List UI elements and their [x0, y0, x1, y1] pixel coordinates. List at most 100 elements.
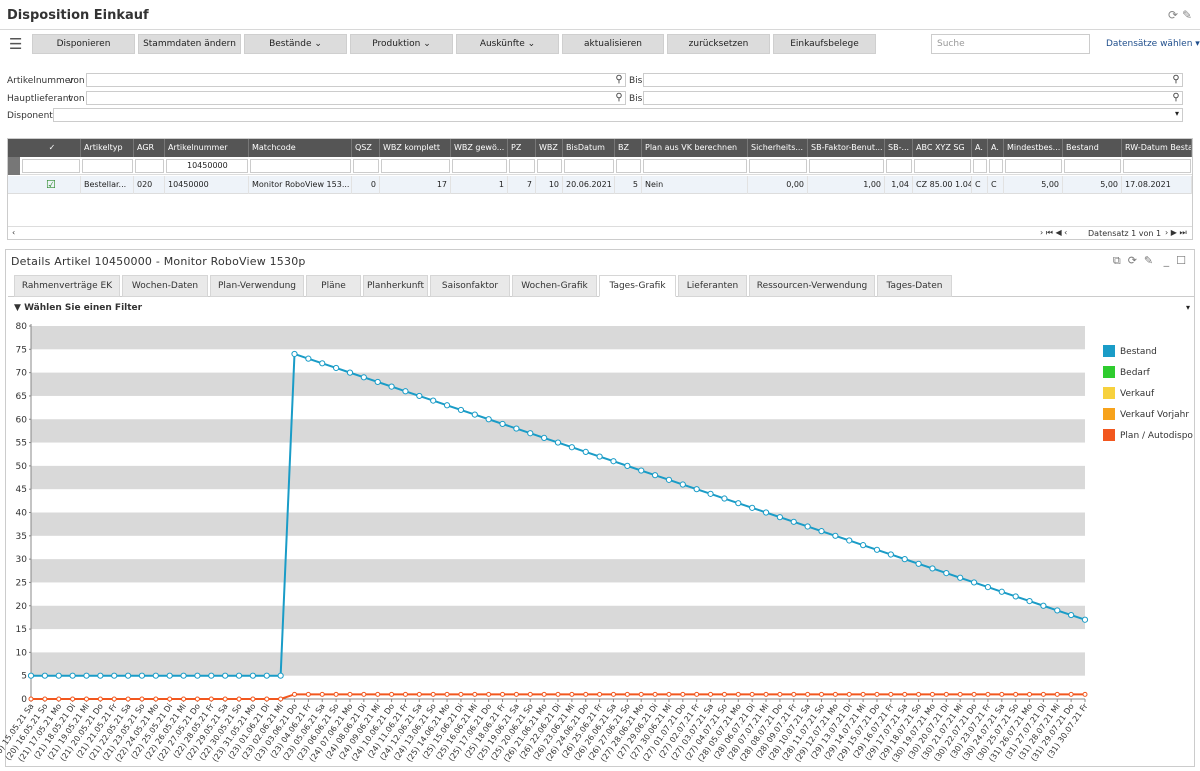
caret-down-icon: ▾ — [1195, 39, 1200, 49]
column-filter-3[interactable]: 10450000 — [166, 159, 248, 173]
toolbar-button-6[interactable]: zurücksetzen — [667, 34, 770, 54]
toolbar-button-5[interactable]: aktualisieren — [562, 34, 664, 54]
caret-down-icon: ▾ — [1174, 109, 1179, 118]
column-filter-5[interactable] — [353, 159, 379, 173]
artikelnummer-von-input[interactable] — [86, 73, 626, 87]
column-filter-1[interactable] — [82, 159, 133, 173]
records-select-link[interactable]: Datensätze wählen ▾ — [1106, 39, 1200, 49]
column-filter-9[interactable] — [537, 159, 562, 173]
table-cell: CZ 85.00 1.04 — [913, 176, 972, 194]
column-filter-19[interactable] — [1005, 159, 1062, 173]
search-icon[interactable]: ⚲ — [1170, 92, 1182, 104]
toolbar-button-1[interactable]: Stammdaten ändern — [138, 34, 241, 54]
column-filter-13[interactable] — [749, 159, 807, 173]
caret-down-icon[interactable]: ▾ — [1186, 303, 1190, 312]
search-icon[interactable]: ⚲ — [613, 92, 625, 104]
hauptlieferant-bis-input[interactable] — [643, 91, 1183, 105]
table-cell: 10450000 — [165, 176, 249, 194]
column-header-18[interactable]: A. — [988, 139, 1004, 157]
tab-8[interactable]: Lieferanten — [678, 275, 747, 297]
column-header-12[interactable]: Plan aus VK berechnen — [642, 139, 748, 157]
column-header-16[interactable]: ABC XYZ SG — [913, 139, 972, 157]
wrench-icon[interactable]: ✎ — [1144, 254, 1153, 267]
menu-icon[interactable]: ☰ — [9, 35, 22, 53]
column-header-19[interactable]: Mindestbes... — [1004, 139, 1063, 157]
table-cell: 1 — [451, 176, 508, 194]
chart-filter[interactable]: ▼ Wählen Sie einen Filter — [14, 303, 142, 313]
pager-first-icon[interactable]: › ⏮ ◀ ‹ — [1040, 228, 1067, 238]
column-header-10[interactable]: BisDatum — [563, 139, 615, 157]
column-filter-20[interactable] — [1064, 159, 1121, 173]
column-filter-10[interactable] — [564, 159, 614, 173]
maximize-icon[interactable]: ☐ — [1176, 254, 1186, 267]
column-filter-15[interactable] — [886, 159, 912, 173]
copy-icon[interactable]: ⧉ — [1113, 254, 1121, 267]
column-filter-0[interactable] — [22, 159, 80, 173]
column-filter-7[interactable] — [452, 159, 507, 173]
column-filter-11[interactable] — [616, 159, 641, 173]
column-header-8[interactable]: PZ — [508, 139, 536, 157]
column-header-15[interactable]: SB-... — [885, 139, 913, 157]
wrench-icon[interactable]: ✎ — [1182, 8, 1192, 22]
toolbar-button-4[interactable]: Auskünfte ⌄ — [456, 34, 559, 54]
table-row[interactable]: ☑ Bestellar... 020 10450000 Monitor RoboView… — [8, 176, 1192, 194]
column-header-7[interactable]: WBZ gewö... — [451, 139, 508, 157]
column-filter-8[interactable] — [509, 159, 535, 173]
tab-5[interactable]: Saisonfaktor — [430, 275, 510, 297]
column-header-0[interactable]: ✓ — [21, 139, 81, 157]
pager-last-icon[interactable]: › ▶ ⏭ — [1165, 228, 1187, 238]
column-header-20[interactable]: Bestand — [1063, 139, 1122, 157]
minimize-icon[interactable]: _ — [1164, 254, 1170, 267]
toolbar-button-7[interactable]: Einkaufsbelege — [773, 34, 876, 54]
column-header-2[interactable]: AGR — [134, 139, 165, 157]
column-header-4[interactable]: Matchcode — [249, 139, 352, 157]
tab-4[interactable]: Planherkunft — [363, 275, 428, 297]
column-header-5[interactable]: QSZ — [352, 139, 380, 157]
scroll-left-icon[interactable]: ‹ — [12, 228, 15, 237]
checkbox-checked-icon[interactable]: ☑ — [24, 178, 56, 191]
column-filter-17[interactable] — [973, 159, 987, 173]
column-filter-21[interactable] — [1123, 159, 1191, 173]
column-filter-16[interactable] — [914, 159, 971, 173]
toolbar-button-0[interactable]: Disponieren — [32, 34, 135, 54]
tab-1[interactable]: Wochen-Daten — [122, 275, 208, 297]
column-header-1[interactable]: Artikeltyp — [81, 139, 134, 157]
refresh-icon[interactable]: ⟳ — [1168, 8, 1178, 22]
column-header-3[interactable]: Artikelnummer — [165, 139, 249, 157]
toolbar: ☰ Disponieren Stammdaten ändern Bestände ⌄… — [0, 33, 1200, 55]
tab-3[interactable]: Pläne — [306, 275, 361, 297]
hauptlieferant-label: Hauptlieferant — [7, 94, 72, 104]
toolbar-button-2[interactable]: Bestände ⌄ — [244, 34, 347, 54]
column-filter-18[interactable] — [989, 159, 1003, 173]
column-filter-6[interactable] — [381, 159, 450, 173]
search-input[interactable]: Suche — [931, 34, 1090, 54]
column-filter-4[interactable] — [250, 159, 351, 173]
search-icon[interactable]: ⚲ — [1170, 74, 1182, 86]
details-title: Details Artikel 10450000 - Monitor RoboV… — [11, 255, 306, 268]
disponent-select[interactable]: ▾ — [53, 108, 1183, 122]
tab-7[interactable]: Tages-Grafik — [599, 275, 676, 297]
column-header-9[interactable]: WBZ — [536, 139, 563, 157]
tab-9[interactable]: Ressourcen-Verwendung — [749, 275, 875, 297]
hauptlieferant-von-input[interactable] — [86, 91, 626, 105]
column-filter-2[interactable] — [135, 159, 164, 173]
tab-2[interactable]: Plan-Verwendung — [210, 275, 304, 297]
column-header-11[interactable]: BZ — [615, 139, 642, 157]
refresh-icon[interactable]: ⟳ — [1128, 254, 1137, 267]
column-header-6[interactable]: WBZ komplett — [380, 139, 451, 157]
artikelnummer-bis-input[interactable] — [643, 73, 1183, 87]
column-header-13[interactable]: Sicherheits... — [748, 139, 808, 157]
filter-icon[interactable] — [8, 157, 20, 175]
toolbar-button-3[interactable]: Produktion ⌄ — [350, 34, 453, 54]
column-filter-12[interactable] — [643, 159, 747, 173]
column-header-21[interactable]: RW-Datum Besta — [1122, 139, 1192, 157]
details-icons: ⧉ ⟳ ✎ _ ☐ — [1113, 254, 1186, 268]
details-panel: Details Artikel 10450000 - Monitor RoboV… — [5, 249, 1195, 767]
column-header-14[interactable]: SB-Faktor-Benut... — [808, 139, 885, 157]
tab-0[interactable]: Rahmenverträge EK — [14, 275, 120, 297]
column-header-17[interactable]: A. — [972, 139, 988, 157]
column-filter-14[interactable] — [809, 159, 884, 173]
tab-10[interactable]: Tages-Daten — [877, 275, 952, 297]
tab-6[interactable]: Wochen-Grafik — [512, 275, 597, 297]
search-icon[interactable]: ⚲ — [613, 74, 625, 86]
